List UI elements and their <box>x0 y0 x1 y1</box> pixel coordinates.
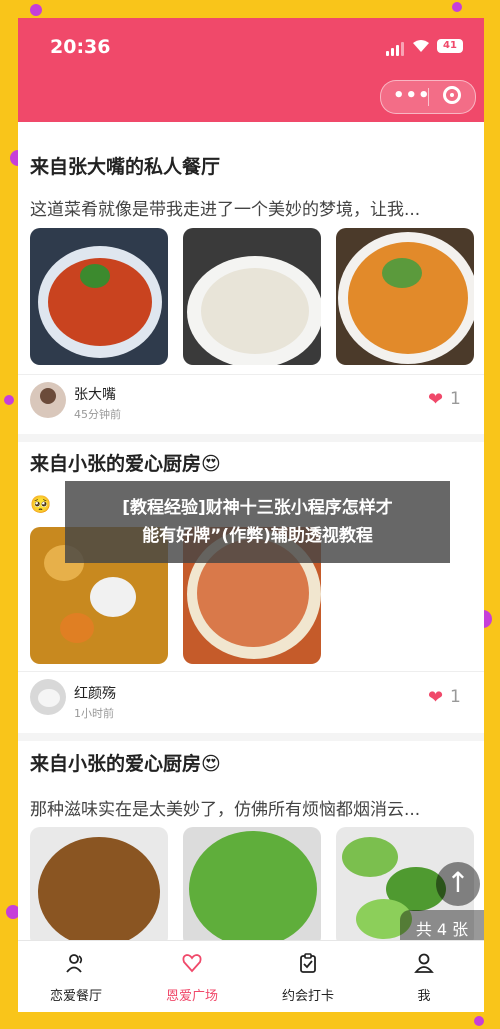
app-header: 20:36 41 ••• <box>18 18 484 122</box>
post-photo[interactable] <box>30 228 168 365</box>
heart-icon <box>182 954 202 973</box>
scroll-to-top-button[interactable]: ↑ <box>436 862 480 906</box>
tab-label: 恩爱广场 <box>165 989 218 1004</box>
overlay-line: [教程经验]财神十三张小程序怎样才 <box>122 498 393 518</box>
post-photo[interactable] <box>30 827 168 947</box>
confetti-dot <box>4 395 14 405</box>
overlay-banner[interactable]: [教程经验]财神十三张小程序怎样才 能有好牌”(作弊)辅助透视教程 <box>65 481 450 563</box>
avatar[interactable] <box>30 382 66 418</box>
tab-label: 恋爱餐厅 <box>49 989 102 1004</box>
overlay-line: 能有好牌”(作弊)辅助透视教程 <box>142 526 373 546</box>
user-icon <box>414 953 434 973</box>
post-title: 来自小张的爱心厨房😍 <box>30 453 221 475</box>
confetti-dot <box>452 2 462 12</box>
tab-love-square[interactable]: 恩爱广场 <box>134 941 250 1012</box>
post-author[interactable]: 张大嘴 <box>74 384 116 404</box>
post-card[interactable]: 来自小张的爱心厨房😍 🥺 红颜殇 1小时前 ❤ 1 <box>18 435 484 741</box>
post-time: 1小时前 <box>74 707 114 720</box>
users-icon <box>66 954 83 973</box>
tab-love-restaurant[interactable]: 恋爱餐厅 <box>18 941 134 1012</box>
clipboard-icon <box>300 953 316 973</box>
post-photo[interactable] <box>183 228 321 365</box>
post-photo[interactable] <box>336 228 474 365</box>
post-card[interactable]: 来自张大嘴的私人餐厅 这道菜肴就像是带我走进了一个美妙的梦境，让我... 张大嘴 <box>18 122 484 442</box>
battery-icon: 41 <box>437 39 463 53</box>
post-title: 来自小张的爱心厨房😍 <box>30 753 221 775</box>
post-time: 45分钟前 <box>74 408 121 421</box>
status-time: 20:36 <box>50 36 111 58</box>
heart-icon[interactable]: ❤ <box>428 687 443 708</box>
wifi-icon <box>412 39 430 57</box>
post-description: 那种滋味实在是太美妙了，仿佛所有烦恼都烟消云... <box>30 800 421 820</box>
post-author[interactable]: 红颜殇 <box>74 683 116 703</box>
confetti-dot <box>30 4 42 16</box>
post-photo[interactable] <box>183 827 321 947</box>
like-count: 1 <box>450 389 461 409</box>
tab-label: 约会打卡 <box>281 989 334 1004</box>
post-title: 来自张大嘴的私人餐厅 <box>30 156 221 178</box>
confetti-dot <box>474 1016 484 1026</box>
more-icon[interactable]: ••• <box>393 85 431 106</box>
heart-icon[interactable]: ❤ <box>428 389 443 410</box>
tab-label: 我 <box>417 989 431 1004</box>
post-description: 这道菜肴就像是带我走进了一个美妙的梦境，让我... <box>30 200 421 220</box>
signal-icon <box>386 42 406 56</box>
avatar[interactable] <box>30 679 66 715</box>
mini-program-capsule: ••• <box>380 80 476 114</box>
tab-bar: 恋爱餐厅 恩爱广场 约会打卡 我 <box>18 940 484 1012</box>
tab-date-checkin[interactable]: 约会打卡 <box>250 941 366 1012</box>
arrow-up-icon: ↑ <box>446 866 470 899</box>
capsule-divider <box>428 88 429 106</box>
close-target-icon[interactable] <box>443 86 461 104</box>
like-count: 1 <box>450 687 461 707</box>
tab-me[interactable]: 我 <box>366 941 482 1012</box>
phone-screen: 20:36 41 ••• 来自张大嘴的私人餐厅 这道菜肴就像是带我走进了一个美妙… <box>18 18 484 1012</box>
